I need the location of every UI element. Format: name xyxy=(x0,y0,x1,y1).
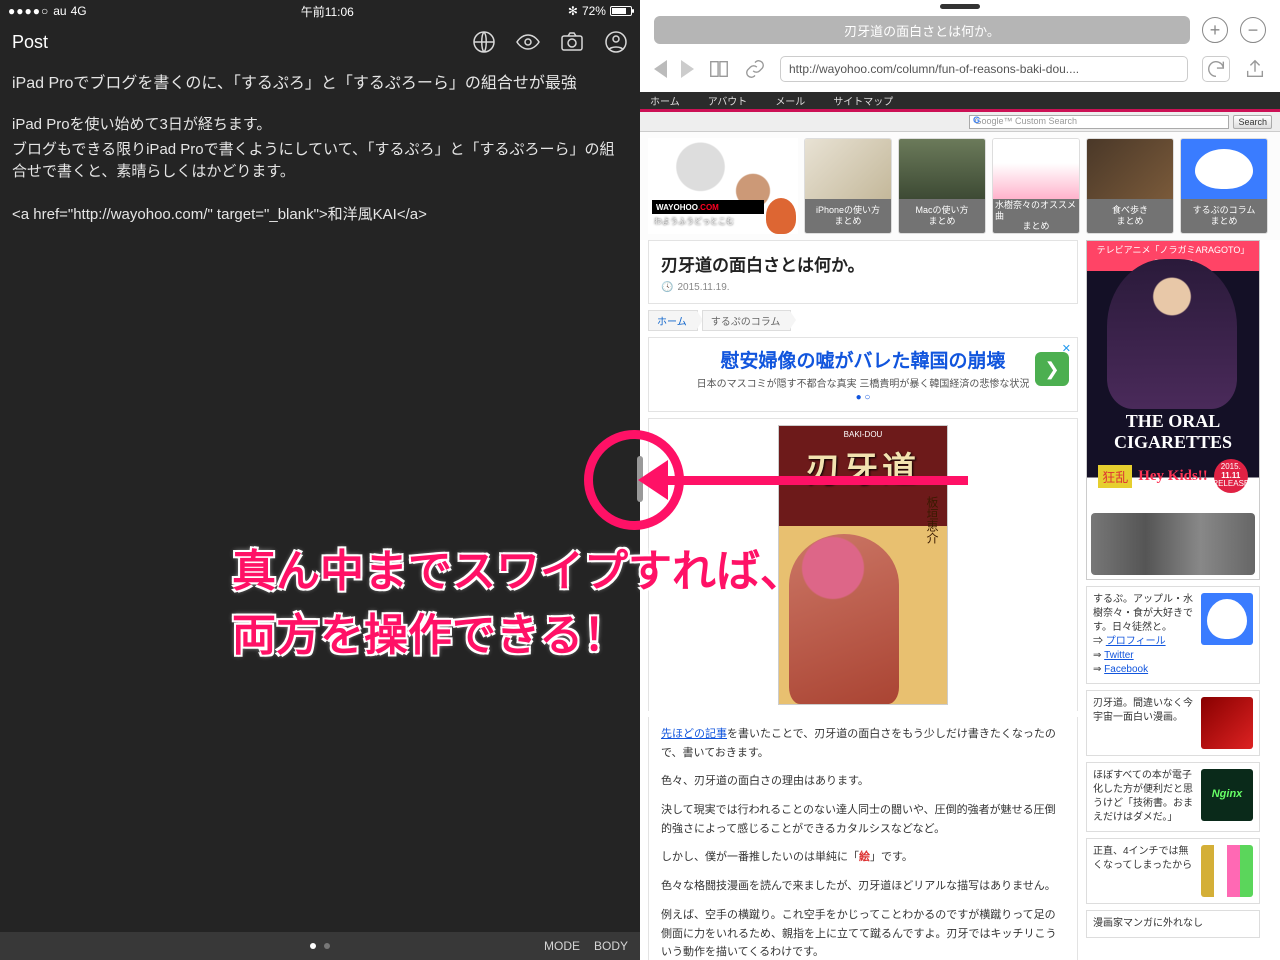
ad-pager-dots: ● ○ xyxy=(659,392,1067,403)
link-icon[interactable] xyxy=(744,58,766,80)
cover-author: 板垣恵介 xyxy=(924,496,941,544)
globe-icon[interactable] xyxy=(472,30,496,54)
article-date: 2015.11.19. xyxy=(661,282,1065,293)
post-html-line: <a href="http://wayohoo.com/" target="_b… xyxy=(12,204,628,227)
site-nav: ホーム アバウト メール サイトマップ xyxy=(640,92,1280,112)
reload-button[interactable] xyxy=(1202,56,1230,82)
site-search-button[interactable]: Search xyxy=(1233,115,1272,129)
article-link[interactable]: 先ほどの記事 xyxy=(661,728,727,740)
breadcrumb-item[interactable]: するぷのコラム xyxy=(702,310,792,331)
signal-strength-icon: ●●●●○ xyxy=(8,4,49,18)
sidebar-promo[interactable]: テレビアニメ「ノラガミARAGOTO」OPテーマ THE ORAL CIGARE… xyxy=(1086,240,1260,580)
close-tab-button[interactable]: − xyxy=(1240,17,1266,43)
site-sidebar: テレビアニメ「ノラガミARAGOTO」OPテーマ THE ORAL CIGARE… xyxy=(1086,240,1260,960)
page-indicator[interactable] xyxy=(310,943,330,949)
ad-banner[interactable]: ✕ 慰安婦像の嘘がバレた韓国の崩壊 日本のマスコミが隠す不都合な真実 三橋貴明が… xyxy=(648,337,1078,412)
splitview-grabber-icon[interactable] xyxy=(940,4,980,9)
promo-release-date: 2015. 11.11 RELEASE xyxy=(1214,459,1248,493)
editor-bottom-bar: MODE BODY xyxy=(0,932,640,960)
cover-subtitle: BAKI-DOU xyxy=(779,430,947,439)
profile-link[interactable]: プロフィール xyxy=(1106,636,1166,647)
ad-subline: 日本のマスコミが隠す不都合な真実 三橋貴明が暴く韓国経済の悲惨な状況 xyxy=(659,375,1067,390)
sidebar-related-card[interactable]: ほぼすべての本が電子化した方が便利だと思うけど「技術書。おまえだけはダメだ。」 … xyxy=(1086,762,1260,832)
site-search-strip: Google™ Custom Search Search xyxy=(640,112,1280,132)
bluetooth-icon: ✻ xyxy=(568,4,578,18)
eye-icon[interactable] xyxy=(516,30,540,54)
post-title-line: iPad Proでブログを書くのに、「するぷろ」と「するぷろーら」の組合せが最強 xyxy=(12,72,628,96)
network-label: 4G xyxy=(71,4,87,18)
ad-headline: 慰安婦像の嘘がバレた韓国の崩壊 xyxy=(659,346,1067,373)
editor-topbar: Post xyxy=(0,22,640,62)
bookmarks-icon[interactable] xyxy=(708,58,730,80)
browser-tab[interactable]: 刃牙道の面白さとは何か。 xyxy=(654,16,1190,44)
promo-band-name: CIGARETTES xyxy=(1087,432,1259,453)
new-tab-button[interactable]: + xyxy=(1202,17,1228,43)
site-search-input[interactable]: Google™ Custom Search xyxy=(969,115,1229,129)
site-nav-item[interactable]: メール xyxy=(775,93,805,108)
category-tile-gourmet[interactable]: 食べ歩きまとめ xyxy=(1086,138,1174,234)
ios-status-bar: ●●●●○ au 4G 午前11:06 ✻ 72% xyxy=(0,0,640,22)
browser-pane: 刃牙道の面白さとは何か。 + − http://wayohoo.com/colu… xyxy=(640,0,1280,960)
post-body-line: ブログもできる限りiPad Proで書くようにしていて、「するぷろ」と「するぷろ… xyxy=(12,139,628,184)
site-logo[interactable]: WAYOHOO.COM わようふうどっとこむ xyxy=(648,138,798,234)
site-logo-text: WAYOHOO.COM xyxy=(652,200,764,214)
article-title: 刃牙道の面白さとは何か。 xyxy=(661,251,1065,276)
promo-song: Hey Kids!! xyxy=(1138,468,1208,485)
sidebar-related-card[interactable]: 刃牙道。間違いなく今宇宙一面白い漫画。 xyxy=(1086,690,1260,756)
facebook-link[interactable]: Facebook xyxy=(1104,664,1148,675)
category-tile-iphone[interactable]: iPhoneの使い方まとめ xyxy=(804,138,892,234)
site-nav-item[interactable]: ホーム xyxy=(650,93,680,108)
profile-text: するぷ。アップル・水樹奈々・食が大好きです。日々徒然と。 xyxy=(1093,594,1193,633)
article-body: 先ほどの記事を書いたことで、刃牙道の面白さをもう少しだけ書きたくなったので、書い… xyxy=(648,717,1078,960)
cover-title: 刃牙道 xyxy=(779,442,947,491)
profile-icon[interactable] xyxy=(604,30,628,54)
carrier-label: au xyxy=(53,4,66,18)
category-tiles: WAYOHOO.COM わようふうどっとこむ iPhoneの使い方まとめ Mac… xyxy=(640,132,1280,240)
body-toggle[interactable]: BODY xyxy=(594,939,628,953)
site-nav-item[interactable]: サイトマップ xyxy=(833,93,893,108)
mode-toggle[interactable]: MODE xyxy=(544,939,580,953)
page-dot xyxy=(310,943,316,949)
post-editor[interactable]: iPad Proでブログを書くのに、「するぷろ」と「するぷろーら」の組合せが最強… xyxy=(0,62,640,236)
clock: 午前11:06 xyxy=(301,3,354,20)
promo-song: 狂乱 xyxy=(1098,465,1132,488)
camera-icon[interactable] xyxy=(560,30,584,54)
battery-percent: 72% xyxy=(582,4,606,18)
editor-app-pane: ●●●●○ au 4G 午前11:06 ✻ 72% Post iPad Proで… xyxy=(0,0,640,960)
breadcrumb-item[interactable]: ホーム xyxy=(648,310,698,331)
thumb-image xyxy=(1201,845,1253,897)
post-body-line: iPad Proを使い始めて3日が経ちます。 xyxy=(12,114,628,137)
forward-button[interactable] xyxy=(681,60,694,78)
mascot-icon xyxy=(766,198,796,234)
sidebar-related-card[interactable]: 漫画家マンガに外れなし xyxy=(1086,910,1260,938)
url-bar[interactable]: http://wayohoo.com/column/fun-of-reasons… xyxy=(780,56,1188,82)
screen-title: Post xyxy=(12,32,48,53)
category-tile-column[interactable]: するぷのコラムまとめ xyxy=(1180,138,1268,234)
thumb-image: Nginx xyxy=(1201,769,1253,821)
ad-go-button[interactable]: ❯ xyxy=(1035,352,1069,386)
site-nav-item[interactable]: アバウト xyxy=(708,93,748,108)
browser-nav-row: http://wayohoo.com/column/fun-of-reasons… xyxy=(640,52,1280,92)
promo-band-name: THE ORAL xyxy=(1087,411,1259,432)
breadcrumb: ホーム するぷのコラム xyxy=(648,310,1078,331)
battery-icon xyxy=(610,6,632,16)
sidebar-profile-card: するぷ。アップル・水樹奈々・食が大好きです。日々徒然と。 ⇒ プロフィール ⇒ … xyxy=(1086,586,1260,684)
article-cover-image: BAKI-DOU 刃牙道 板垣恵介 xyxy=(778,425,948,705)
twitter-link[interactable]: Twitter xyxy=(1104,650,1133,661)
page-dot xyxy=(324,943,330,949)
back-button[interactable] xyxy=(654,60,667,78)
article-column: 刃牙道の面白さとは何か。 2015.11.19. ホーム するぷのコラム ✕ 慰… xyxy=(648,240,1078,960)
category-tile-nana[interactable]: 水樹奈々のオススメ曲まとめ xyxy=(992,138,1080,234)
article-header: 刃牙道の面白さとは何か。 2015.11.19. xyxy=(648,240,1078,304)
sidebar-related-card[interactable]: 正直、4インチでは無くなってしまったから xyxy=(1086,838,1260,904)
cat-avatar-icon xyxy=(1201,593,1253,645)
category-tile-mac[interactable]: Macの使い方まとめ xyxy=(898,138,986,234)
share-icon[interactable] xyxy=(1244,58,1266,80)
site-logo-sub: わようふうどっとこむ xyxy=(654,216,734,227)
thumb-image xyxy=(1201,697,1253,749)
